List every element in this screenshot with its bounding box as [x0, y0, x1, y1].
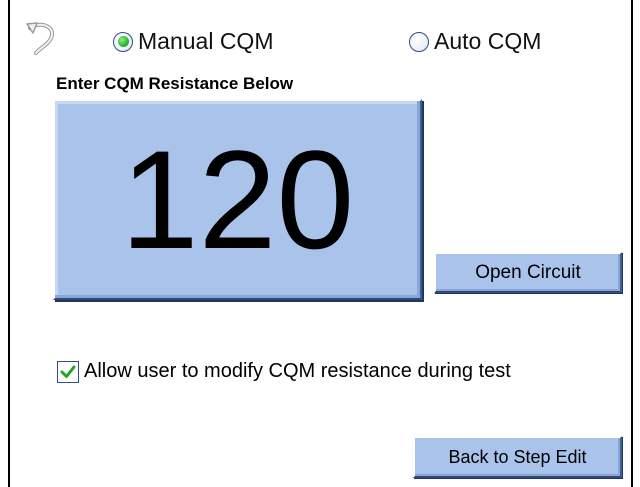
auto-cqm-radio[interactable]: Auto CQM — [409, 28, 541, 55]
allow-modify-label: Allow user to modify CQM resistance duri… — [84, 360, 511, 382]
allow-modify-checkbox-row[interactable]: Allow user to modify CQM resistance duri… — [57, 360, 511, 383]
manual-cqm-label: Manual CQM — [138, 28, 274, 54]
radio-selected-icon — [113, 31, 133, 52]
cqm-settings-panel: Manual CQM Auto CQM Enter CQM Resistance… — [8, 0, 633, 487]
resistance-heading: Enter CQM Resistance Below — [56, 74, 294, 93]
cqm-resistance-value-button[interactable]: 120 — [53, 99, 422, 300]
back-arrow-icon[interactable] — [24, 20, 58, 56]
checkmark-icon — [60, 365, 76, 378]
back-to-step-edit-button[interactable]: Back to Step Edit — [413, 436, 622, 478]
open-circuit-button[interactable]: Open Circuit — [434, 252, 622, 293]
auto-cqm-label: Auto CQM — [434, 28, 542, 54]
allow-modify-checkbox[interactable] — [57, 360, 79, 383]
radio-unselected-icon — [409, 31, 429, 52]
manual-cqm-radio[interactable]: Manual CQM — [113, 28, 273, 55]
